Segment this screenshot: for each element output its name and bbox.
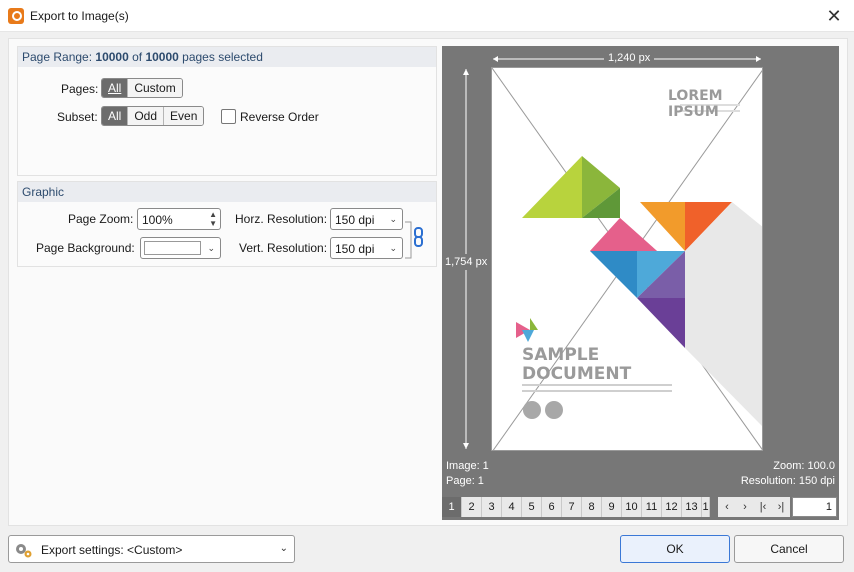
pages-label: Pages: (61, 82, 99, 96)
page-range-total: 10000 (145, 50, 179, 64)
vert-resolution-label: Vert. Resolution: (239, 241, 328, 255)
page-tab[interactable]: 1 (442, 497, 462, 517)
image-info: Image: 1 (446, 460, 489, 472)
link-resolution-icon[interactable] (403, 218, 427, 262)
page-tab[interactable]: 2 (462, 497, 482, 517)
ok-button[interactable]: OK (620, 535, 730, 563)
document-title-line2: DOCUMENT (522, 364, 632, 384)
subset-label: Subset: (57, 110, 98, 124)
page-range-group: Page Range: 10000 of 10000 pages selecte… (17, 46, 437, 176)
pages-custom-option[interactable]: Custom (128, 79, 182, 97)
spinner-arrows-icon[interactable]: ▲ ▼ (209, 210, 217, 228)
page-tab[interactable]: 10 (622, 497, 642, 517)
page-tab[interactable]: 6 (542, 497, 562, 517)
horz-resolution-dropdown[interactable]: 150 dpi ⌄ (330, 208, 403, 230)
page-range-prefix: Page Range: (22, 50, 96, 64)
next-page-icon[interactable]: › (736, 497, 754, 517)
subset-even-option[interactable]: Even (164, 107, 204, 125)
page-tab[interactable]: 3 (482, 497, 502, 517)
preview-info-right: Zoom: 100.0 Resolution: 150 dpi (741, 459, 835, 489)
export-settings-value: Export settings: <Custom> (41, 543, 183, 557)
app-icon (8, 8, 24, 24)
page-tab[interactable]: 7 (562, 497, 582, 517)
page-range-of: of (128, 50, 146, 64)
page-tab[interactable]: 9 (602, 497, 622, 517)
reverse-order-label: Reverse Order (240, 110, 319, 124)
page-tab[interactable]: 5 (522, 497, 542, 517)
subset-odd-option[interactable]: Odd (128, 107, 165, 125)
chevron-down-icon: ⌄ (207, 243, 215, 253)
vert-resolution-dropdown[interactable]: 150 dpi ⌄ (330, 237, 403, 259)
page-background-label: Page Background: (36, 241, 135, 255)
page-zoom-label: Page Zoom: (68, 212, 134, 226)
page-background-dropdown[interactable]: ⌄ (140, 237, 221, 259)
page-tab[interactable]: 13 (682, 497, 702, 517)
subset-segment: All Odd Even (101, 106, 205, 126)
chevron-down-icon: ⌄ (389, 243, 397, 253)
preview-panel: 1,240 px 1,754 px LOREM IPSUM SAMPLE DOC… (442, 46, 839, 520)
page-tab[interactable]: 12 (662, 497, 682, 517)
close-icon[interactable]: ✕ (822, 4, 846, 28)
graphic-header: Graphic (18, 182, 436, 202)
page-zoom-value: 100% (142, 213, 173, 227)
page-tab[interactable]: 4 (502, 497, 522, 517)
zoom-info: Zoom: 100.0 (773, 460, 835, 472)
page-artwork (492, 68, 762, 450)
horz-resolution-label: Horz. Resolution: (235, 212, 328, 226)
height-label: 1,754 px (445, 254, 488, 270)
page-range-header: Page Range: 10000 of 10000 pages selecte… (18, 47, 436, 67)
cancel-button[interactable]: Cancel (734, 535, 844, 563)
vert-resolution-value: 150 dpi (335, 242, 375, 256)
document-title-line1: SAMPLE (522, 345, 600, 365)
document-title: SAMPLE DOCUMENT (522, 346, 631, 384)
document-brand: LOREM IPSUM (668, 88, 723, 120)
page-zoom-spinner[interactable]: 100% ▲ ▼ (137, 208, 221, 230)
previous-page-icon[interactable]: ‹ (718, 497, 736, 517)
page-tab[interactable]: 11 (642, 497, 662, 517)
page-number-input[interactable]: 1 (792, 497, 837, 517)
last-page-icon[interactable]: ›| (772, 497, 790, 517)
pages-segment: All Custom (101, 78, 183, 98)
first-page-icon[interactable]: |‹ (754, 497, 772, 517)
page-tab[interactable]: 8 (582, 497, 602, 517)
width-label: 1,240 px (604, 52, 655, 64)
page-range-selected: 10000 (95, 50, 129, 64)
gear-icon (16, 544, 32, 558)
chevron-down-icon: ⌄ (279, 543, 288, 554)
subset-all-option[interactable]: All (102, 107, 129, 125)
graphic-group: Graphic Page Zoom: 100% ▲ ▼ Page Backgrou… (17, 181, 437, 267)
horz-resolution-value: 150 dpi (335, 213, 375, 227)
export-settings-dropdown[interactable]: Export settings: <Custom> ⌄ (8, 535, 295, 563)
page-tab[interactable]: 1 (702, 497, 710, 517)
color-swatch (144, 241, 201, 255)
reverse-order-checkbox[interactable] (221, 109, 236, 124)
page-info: Page: 1 (446, 475, 484, 487)
window-title: Export to Image(s) (30, 9, 129, 23)
page-nav: ‹ › |‹ ›| (718, 497, 790, 517)
chevron-down-icon: ⌄ (389, 214, 397, 224)
title-bar: Export to Image(s) ✕ (0, 0, 854, 32)
page-range-suffix: pages selected (178, 50, 263, 64)
resolution-info: Resolution: 150 dpi (740, 475, 835, 487)
dialog-content: Page Range: 10000 of 10000 pages selecte… (8, 38, 848, 526)
page-preview: LOREM IPSUM SAMPLE DOCUMENT (491, 67, 763, 451)
preview-info-left: Image: 1 Page: 1 (446, 459, 489, 489)
pages-all-option[interactable]: All (102, 79, 129, 97)
